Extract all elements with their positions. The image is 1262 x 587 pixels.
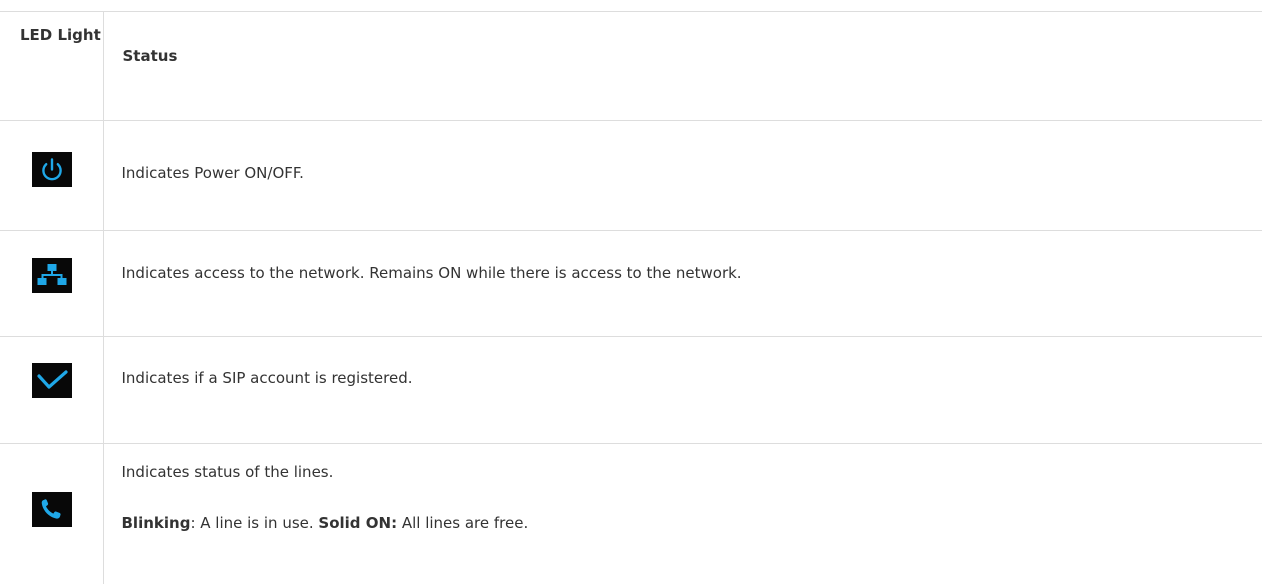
table-row: Indicates access to the network. Remains… (0, 230, 1262, 337)
led-cell (0, 336, 104, 444)
status-cell: Indicates access to the network. Remains… (103, 230, 1262, 337)
checkmark-icon (32, 363, 72, 398)
network-icon (32, 258, 72, 293)
led-cell (0, 230, 104, 337)
status-text: Indicates access to the network. Remains… (121, 264, 742, 282)
header-led-light: LED Light (0, 11, 104, 121)
status-cell: Indicates if a SIP account is registered… (103, 336, 1262, 444)
led-cell (0, 443, 104, 584)
status-cell: Indicates Power ON/OFF. (103, 120, 1262, 231)
header-status: Status (103, 11, 1262, 121)
solid-on-label: Solid ON: (318, 514, 398, 532)
status-detail: Blinking: A line is in use. Solid ON: Al… (122, 512, 1262, 534)
status-text: Indicates if a SIP account is registered… (121, 369, 413, 387)
led-cell (0, 120, 104, 231)
table-header-row: LED Light Status (0, 11, 1262, 121)
blinking-text: : A line is in use. (190, 514, 319, 532)
status-text: Indicates status of the lines. (121, 463, 334, 481)
phone-icon (32, 492, 72, 527)
blinking-label: Blinking (121, 514, 191, 532)
table-row: Indicates status of the lines. Blinking:… (0, 443, 1262, 584)
led-status-table: LED Light Status Indicates Power ON/OFF. (0, 11, 1262, 584)
solid-on-text: All lines are free. (397, 514, 529, 532)
status-text: Indicates Power ON/OFF. (121, 164, 304, 182)
table-row: Indicates Power ON/OFF. (0, 120, 1262, 231)
power-icon (32, 152, 72, 187)
status-cell: Indicates status of the lines. Blinking:… (103, 443, 1262, 584)
table-row: Indicates if a SIP account is registered… (0, 336, 1262, 444)
